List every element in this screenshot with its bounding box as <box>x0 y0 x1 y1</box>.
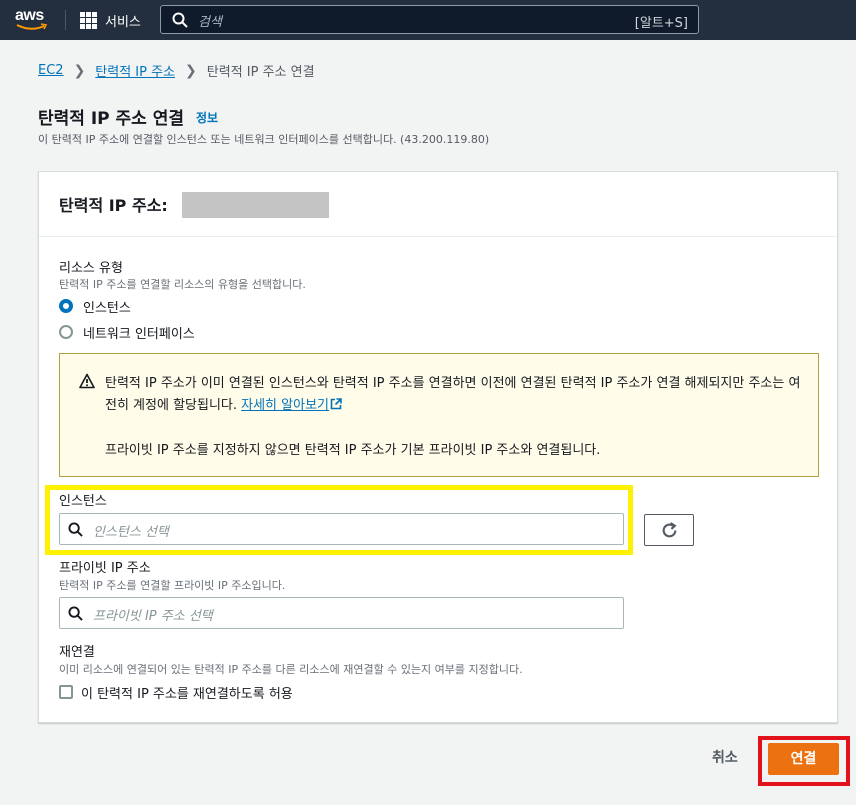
radio-instance[interactable] <box>59 299 73 313</box>
search-shortcut: [알트+S] <box>634 16 688 31</box>
private-ip-select-input[interactable]: 프라이빗 IP 주소 선택 <box>59 597 624 629</box>
connect-button[interactable]: 연결 <box>768 743 839 775</box>
warning-icon <box>79 373 95 389</box>
alert-line-2: 프라이빗 IP 주소를 지정하지 않으면 탄력적 IP 주소가 기본 프라이빗 … <box>105 443 601 458</box>
breadcrumb-ec2-link[interactable]: EC2 <box>38 63 64 78</box>
resource-type-label: 리소스 유형 <box>59 261 123 276</box>
refresh-button[interactable] <box>644 514 694 546</box>
top-navigation: aws 서비스 검색 [알트+S] <box>0 0 856 40</box>
search-icon <box>68 606 83 621</box>
redacted-ip-address <box>182 192 329 218</box>
card-header: 탄력적 IP 주소: <box>39 172 837 237</box>
aws-logo[interactable]: aws <box>15 7 51 33</box>
instance-placeholder: 인스턴스 선택 <box>93 525 169 540</box>
private-ip-label: 프라이빗 IP 주소 <box>59 561 151 576</box>
search-icon <box>172 12 188 28</box>
card-title: 탄력적 IP 주소: <box>59 196 168 215</box>
breadcrumb: EC2 ❯ 탄력적 IP 주소 ❯ 탄력적 IP 주소 연결 <box>38 61 315 81</box>
association-card: 탄력적 IP 주소: 리소스 유형 탄력적 IP 주소를 연결할 리소스의 유형… <box>38 171 838 723</box>
learn-more-link[interactable]: 자세히 알아보기 <box>241 398 329 413</box>
radio-instance-label[interactable]: 인스턴스 <box>83 297 131 316</box>
breadcrumb-elastic-ip-link[interactable]: 탄력적 IP 주소 <box>95 61 175 80</box>
refresh-icon <box>662 522 677 538</box>
allow-reassociation-checkbox[interactable] <box>59 685 73 699</box>
resource-type-description: 탄력적 IP 주소를 연결할 리소스의 유형을 선택합니다. <box>59 278 306 291</box>
info-link[interactable]: 정보 <box>196 109 218 126</box>
reassociation-label: 재연결 <box>59 645 95 660</box>
aws-smile-icon <box>16 23 48 30</box>
instance-label: 인스턴스 <box>59 494 107 509</box>
alert-line-1: 탄력적 IP 주소가 이미 연결된 인스턴스와 탄력적 IP 주소를 연결하면 … <box>105 376 801 413</box>
private-ip-placeholder: 프라이빗 IP 주소 선택 <box>93 609 213 624</box>
grid-icon <box>80 11 97 29</box>
alert-message: 탄력적 IP 주소가 이미 연결된 인스턴스와 탄력적 IP 주소를 연결하면 … <box>105 373 805 417</box>
search-icon <box>68 522 83 537</box>
services-label: 서비스 <box>105 14 141 30</box>
chevron-right-icon: ❯ <box>73 62 86 79</box>
page-title: 탄력적 IP 주소 연결 <box>38 109 185 129</box>
page-description: 이 탄력적 IP 주소에 연결할 인스턴스 또는 네트워크 인터페이스를 선택합… <box>38 133 490 146</box>
nav-divider <box>65 10 66 30</box>
radio-network-interface-label[interactable]: 네트워크 인터페이스 <box>83 323 195 342</box>
chevron-right-icon: ❯ <box>185 62 197 79</box>
external-link-icon <box>330 398 342 410</box>
warning-alert: 탄력적 IP 주소가 이미 연결된 인스턴스와 탄력적 IP 주소를 연결하면 … <box>59 353 819 477</box>
private-ip-description: 탄력적 IP 주소를 연결할 프라이빗 IP 주소입니다. <box>59 579 286 592</box>
cancel-button[interactable]: 취소 <box>712 747 738 767</box>
instance-select-input[interactable]: 인스턴스 선택 <box>59 513 624 545</box>
search-placeholder: 검색 <box>198 15 222 30</box>
reassociation-description: 이미 리소스에 연결되어 있는 탄력적 IP 주소를 다른 리소스에 재연결할 … <box>59 663 523 676</box>
services-menu-button[interactable]: 서비스 <box>80 9 141 31</box>
allow-reassociation-label[interactable]: 이 탄력적 IP 주소를 재연결하도록 허용 <box>81 683 293 702</box>
global-search-input[interactable]: 검색 [알트+S] <box>160 5 699 34</box>
breadcrumb-current: 탄력적 IP 주소 연결 <box>206 65 315 80</box>
radio-network-interface[interactable] <box>59 325 73 339</box>
